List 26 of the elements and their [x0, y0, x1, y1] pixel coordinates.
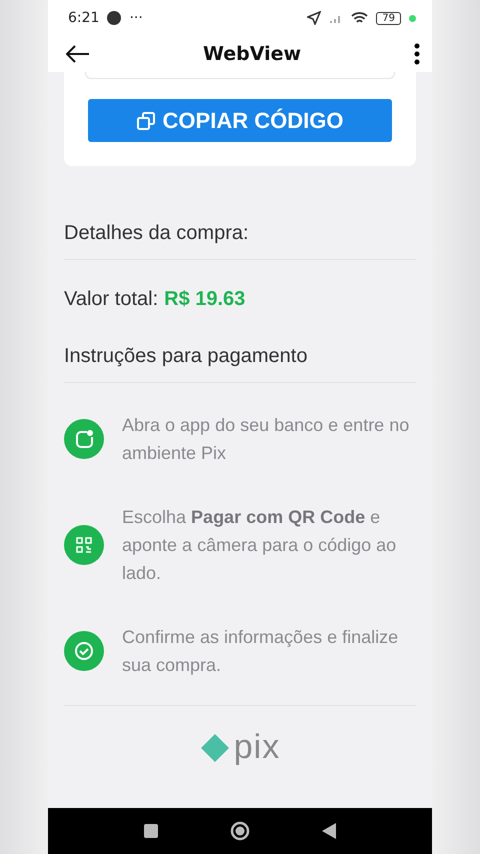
location-icon	[307, 11, 322, 25]
copy-icon	[136, 112, 155, 130]
diamond-logo-icon	[200, 732, 230, 762]
wifi-icon	[351, 12, 368, 24]
copy-code-button[interactable]: COPIAR CÓDIGO	[88, 99, 392, 142]
home-icon[interactable]	[230, 821, 250, 841]
total-value: R$ 19.63	[164, 288, 246, 311]
details-heading: Detalhes da compra:	[64, 222, 250, 245]
instruction-step: Abra o app do seu banco e entre no ambiente Pix	[122, 411, 416, 467]
dot-icon	[409, 14, 416, 22]
back-arrow-icon[interactable]	[66, 45, 90, 63]
instruction-step: Confirme as informações e finalize sua compra.	[122, 623, 416, 679]
instructions-heading: Instruções para pagamento	[64, 345, 308, 368]
status-time: 6:21	[68, 10, 100, 26]
back-icon[interactable]	[322, 823, 336, 839]
total-label: Valor total:	[64, 288, 158, 311]
qr-code-icon	[64, 525, 104, 565]
notification-icon	[107, 11, 122, 25]
more-menu-icon[interactable]	[414, 43, 420, 65]
more-notifications: ···	[129, 10, 143, 26]
instruction-step: Escolha Pagar com QR Code e aponte a câmera para o código ao lado.	[122, 503, 416, 587]
page-title: WebView	[202, 43, 302, 65]
app-icon	[64, 419, 104, 459]
battery-level: 79	[376, 12, 401, 24]
check-icon	[64, 631, 104, 671]
logo-text: pix	[234, 728, 280, 767]
